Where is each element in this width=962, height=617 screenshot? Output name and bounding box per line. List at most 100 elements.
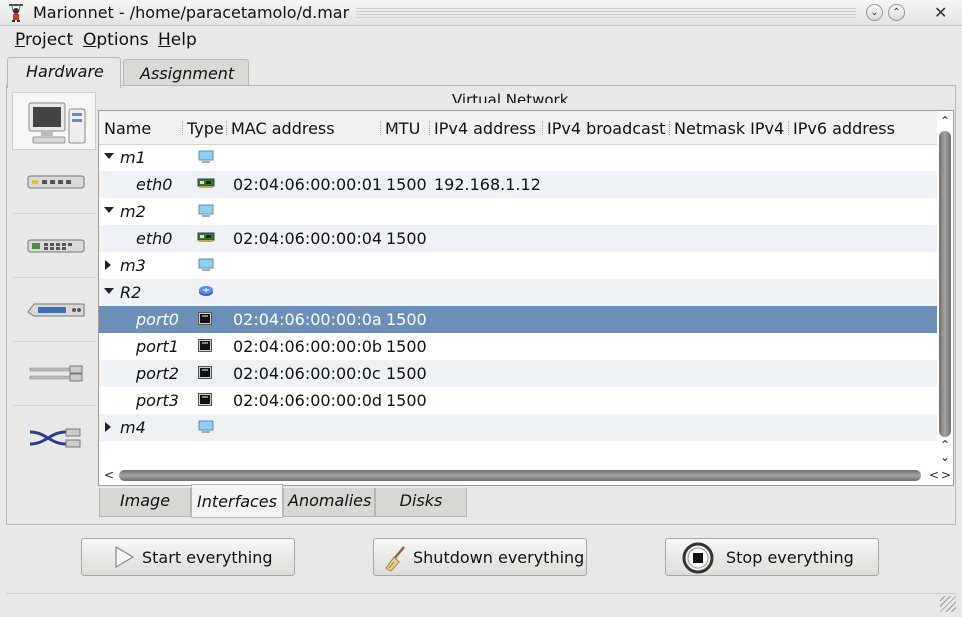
- table-row[interactable]: port0 02:04:06:00:00:0a 1500: [99, 306, 937, 333]
- row-name: m1: [120, 148, 146, 167]
- machine-icon: [198, 150, 214, 163]
- menu-bar: Project Options Help: [0, 27, 962, 53]
- shutdown-everything-button[interactable]: Shutdown everything: [373, 538, 587, 576]
- palette-crossover-cable[interactable]: [12, 412, 96, 470]
- broom-icon: [385, 546, 405, 572]
- table-row[interactable]: R2: [99, 279, 937, 306]
- row-mtu: 1500: [386, 391, 427, 410]
- menu-project[interactable]: Project: [15, 30, 73, 50]
- expander-closed-icon[interactable]: [105, 422, 111, 432]
- stop-icon: [682, 542, 714, 574]
- row-name: m4: [120, 418, 146, 437]
- horizontal-scrollbar[interactable]: < < >: [101, 467, 953, 484]
- resize-grip-icon[interactable]: [940, 596, 956, 612]
- machine-icon: [198, 258, 214, 271]
- palette-hub[interactable]: [12, 156, 96, 214]
- row-ipv4: 192.168.1.12: [434, 175, 541, 194]
- column-header-name[interactable]: Name: [104, 119, 151, 138]
- row-mac: 02:04:06:00:00:0b: [233, 337, 383, 356]
- column-separator: [380, 121, 381, 135]
- column-separator: [542, 121, 543, 135]
- close-button[interactable]: ✕: [934, 3, 947, 22]
- menu-options-label: ptions: [96, 30, 149, 50]
- table-row[interactable]: m4: [99, 414, 937, 441]
- row-mac: 02:04:06:00:00:0a: [233, 310, 382, 329]
- expander-open-icon[interactable]: [104, 288, 114, 294]
- table-row[interactable]: m2: [99, 198, 937, 225]
- palette-switch[interactable]: [12, 220, 96, 278]
- table-row[interactable]: m1: [99, 144, 937, 171]
- vertical-scroll-thumb[interactable]: [939, 131, 951, 437]
- machine-icon: [198, 204, 214, 217]
- tab-anomalies[interactable]: Anomalies: [283, 488, 375, 517]
- tab-anomalies-label: Anomalies: [288, 491, 372, 510]
- table-row[interactable]: m3: [99, 252, 937, 279]
- stop-everything-label: Stop everything: [726, 548, 854, 567]
- row-mac: 02:04:06:00:00:01: [233, 175, 383, 194]
- tab-disks[interactable]: Disks: [375, 488, 467, 517]
- crossover-cable-icon: [29, 428, 81, 448]
- horizontal-scroll-thumb[interactable]: [119, 470, 921, 481]
- column-header-ipv4-broadcast[interactable]: IPv4 broadcast: [547, 119, 665, 138]
- window-title: Marionnet - /home/paracetamolo/d.mar: [33, 3, 350, 22]
- menu-options[interactable]: Options: [83, 30, 149, 50]
- tab-hardware[interactable]: Hardware: [7, 57, 121, 88]
- column-header-ipv4[interactable]: IPv4 address: [434, 119, 536, 138]
- column-header-ipv6[interactable]: IPv6 address: [793, 119, 895, 138]
- tab-interfaces[interactable]: Interfaces: [191, 484, 283, 518]
- virtual-network-label: Virtual Network: [452, 91, 569, 103]
- row-name: port1: [136, 337, 179, 356]
- column-header-mac[interactable]: MAC address: [231, 119, 335, 138]
- row-name: port3: [136, 391, 179, 410]
- title-bar[interactable]: Marionnet - /home/paracetamolo/d.mar ⌄ ⌃…: [0, 0, 962, 26]
- table-row[interactable]: port3 02:04:06:00:00:0d 1500: [99, 387, 937, 414]
- scroll-down-icon[interactable]: ⌄: [940, 450, 950, 464]
- palette-router[interactable]: [12, 284, 96, 342]
- router-icon: [199, 286, 213, 296]
- tab-image[interactable]: Image: [99, 488, 191, 517]
- expander-open-icon[interactable]: [104, 207, 114, 213]
- stop-everything-button[interactable]: Stop everything: [665, 538, 879, 576]
- row-mtu: 1500: [386, 310, 427, 329]
- row-mtu: 1500: [386, 229, 427, 248]
- tab-image-label: Image: [119, 491, 171, 510]
- menu-options-mnemonic: O: [83, 30, 97, 50]
- column-separator: [669, 121, 670, 135]
- row-name: eth0: [136, 229, 173, 248]
- scroll-left-icon[interactable]: <: [104, 468, 114, 482]
- row-mtu: 1500: [386, 337, 427, 356]
- minimize-button[interactable]: ⌄: [866, 4, 883, 21]
- hub-icon: [27, 175, 85, 189]
- start-everything-button[interactable]: Start everything: [81, 538, 295, 576]
- scroll-left-icon[interactable]: <: [929, 468, 939, 482]
- maximize-button[interactable]: ⌃: [888, 4, 905, 21]
- palette-cable[interactable]: [12, 348, 96, 406]
- row-mac: 02:04:06:00:00:04: [233, 229, 383, 248]
- start-everything-label: Start everything: [142, 548, 273, 567]
- network-card-icon: [197, 232, 215, 242]
- scroll-right-icon[interactable]: >: [941, 468, 951, 482]
- column-separator: [788, 121, 789, 135]
- expander-open-icon[interactable]: [104, 153, 114, 159]
- column-header-type[interactable]: Type: [187, 119, 224, 138]
- menu-project-label: roject: [24, 30, 74, 50]
- table-row[interactable]: port2 02:04:06:00:00:0c 1500: [99, 360, 937, 387]
- column-header-mtu[interactable]: MTU: [385, 119, 420, 138]
- table-row[interactable]: eth0 02:04:06:00:00:04 1500: [99, 225, 937, 252]
- switch-icon: [27, 239, 85, 253]
- computer-icon: [28, 102, 86, 144]
- tab-assignment[interactable]: Assignment: [123, 59, 249, 85]
- hardware-palette: [8, 92, 96, 464]
- interfaces-tree[interactable]: Name Type MAC address MTU IPv4 address I…: [98, 110, 954, 486]
- scroll-up-icon[interactable]: ⌃: [940, 114, 950, 128]
- table-row[interactable]: port1 02:04:06:00:00:0b 1500: [99, 333, 937, 360]
- column-header-netmask[interactable]: Netmask IPv4: [674, 119, 784, 138]
- port-icon: [198, 366, 212, 379]
- menu-help[interactable]: Help: [158, 30, 197, 50]
- table-row[interactable]: eth0 02:04:06:00:00:01 1500 192.168.1.12: [99, 171, 937, 198]
- expander-closed-icon[interactable]: [105, 260, 111, 270]
- palette-computer[interactable]: [12, 92, 96, 150]
- row-name: m2: [120, 202, 146, 221]
- vertical-scrollbar[interactable]: ⌃ ⌃ ⌄: [936, 112, 954, 466]
- menu-project-mnemonic: P: [15, 30, 25, 50]
